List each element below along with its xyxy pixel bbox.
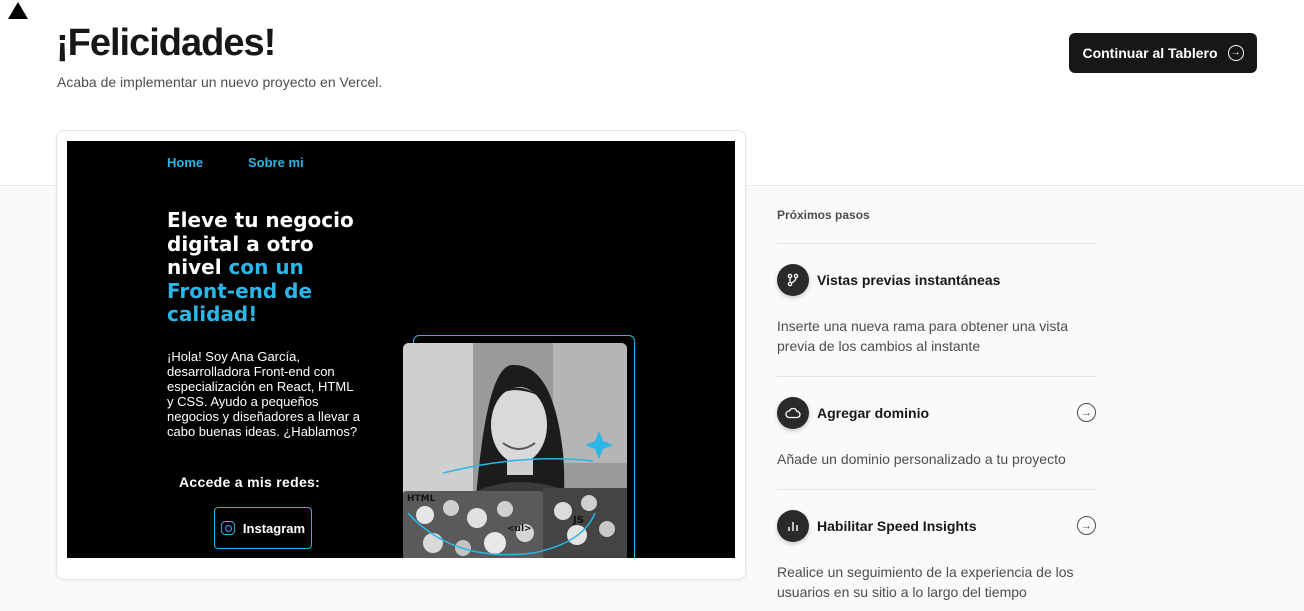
step-instant-previews-description: Inserte una nueva rama para obtener una …: [777, 318, 1069, 354]
arrow-right-circle-icon[interactable]: →: [1077, 516, 1096, 535]
continue-dashboard-button[interactable]: Continuar al Tablero →: [1069, 33, 1257, 73]
instagram-icon: [220, 521, 235, 535]
preview-nav-about: Sobre mi: [248, 155, 304, 170]
profile-photo-illustration: HTML <ul> JS: [403, 343, 627, 558]
git-branch-icon: [777, 264, 809, 296]
step-speed-insights-description: Realice un seguimiento de la experiencia…: [777, 564, 1074, 600]
step-add-domain-description: Añade un dominio personalizado a tu proy…: [777, 451, 1066, 467]
step-speed-insights-title[interactable]: Habilitar Speed Insights: [817, 518, 976, 534]
preview-hero-text: ¡Hola! Soy Ana García, desarrolladora Fr…: [167, 349, 360, 439]
sticker-html: HTML: [407, 494, 436, 504]
divider: [777, 243, 1097, 244]
page-title: ¡Felicidades!: [56, 22, 276, 64]
preview-instagram-button: Instagram: [214, 507, 312, 549]
step-instant-previews-title[interactable]: Vistas previas instantáneas: [817, 272, 1000, 288]
deployment-preview-card[interactable]: Home Sobre mi Eleve tu negocio digital a…: [56, 130, 746, 580]
cloud-icon: [777, 397, 809, 429]
preview-profile-photo: HTML <ul> JS: [403, 343, 627, 558]
arrow-right-circle-icon[interactable]: →: [1077, 403, 1096, 422]
deployment-preview-screenshot[interactable]: Home Sobre mi Eleve tu negocio digital a…: [67, 141, 735, 558]
vercel-logo-icon[interactable]: [8, 2, 28, 19]
bar-chart-icon: [777, 510, 809, 542]
sticker-ul: <ul>: [507, 524, 532, 534]
page-subtitle: Acaba de implementar un nuevo proyecto e…: [57, 74, 383, 90]
divider: [777, 376, 1097, 377]
preview-socials-title: Accede a mis redes:: [179, 474, 321, 490]
divider: [777, 489, 1097, 490]
next-steps-title: Próximos pasos: [777, 208, 870, 222]
preview-nav-home: Home: [167, 155, 204, 170]
arrow-right-circle-icon: →: [1227, 45, 1244, 61]
preview-hero-title: Eleve tu negocio digital a otro nivel co…: [167, 208, 367, 327]
step-add-domain-title[interactable]: Agregar dominio: [817, 405, 929, 421]
preview-instagram-label: Instagram: [242, 520, 306, 536]
continue-dashboard-label: Continuar al Tablero: [1082, 45, 1218, 61]
sticker-js: JS: [572, 515, 584, 526]
